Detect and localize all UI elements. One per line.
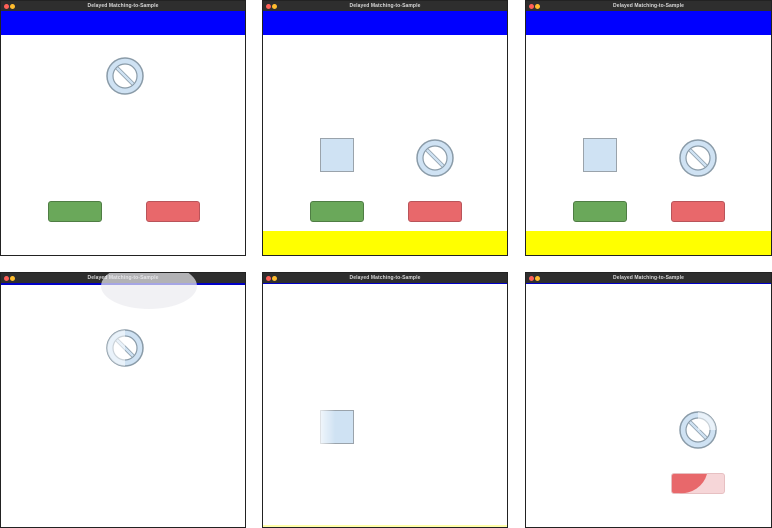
title-bar: Delayed Matching-to-Sample [526, 1, 771, 11]
title-bar: Delayed Matching-to-Sample [526, 273, 771, 283]
close-window-button[interactable] [529, 275, 534, 281]
red-button-fill [672, 474, 707, 494]
top-band [1, 11, 245, 35]
minimize-window-button[interactable] [272, 275, 277, 281]
minimize-window-button[interactable] [272, 3, 277, 9]
bottom-band [526, 231, 771, 255]
title-bar: Delayed Matching-to-Sample [1, 1, 245, 11]
red-response-button[interactable] [671, 473, 725, 494]
close-window-button[interactable] [266, 3, 271, 9]
green-response-button[interactable] [310, 201, 364, 222]
red-response-button[interactable] [671, 201, 725, 222]
minimize-window-button[interactable] [535, 275, 540, 281]
green-response-button[interactable] [573, 201, 627, 222]
bottom-band [263, 231, 507, 255]
top-band-fading [263, 283, 507, 284]
minimize-window-button[interactable] [10, 275, 15, 281]
close-window-button[interactable] [4, 275, 9, 281]
close-window-button[interactable] [529, 3, 534, 9]
window-panel-6: Delayed Matching-to-Sample [525, 272, 772, 528]
title-bar: Delayed Matching-to-Sample [263, 1, 507, 11]
window-title: Delayed Matching-to-Sample [613, 275, 684, 281]
red-response-button[interactable] [408, 201, 462, 222]
sample-no-entry-icon[interactable] [105, 328, 145, 368]
window-title: Delayed Matching-to-Sample [613, 3, 684, 9]
top-band [526, 11, 771, 35]
comparison-square-icon[interactable] [583, 138, 617, 172]
top-band-fading [526, 283, 771, 284]
minimize-window-button[interactable] [10, 3, 15, 9]
red-response-button[interactable] [146, 201, 200, 222]
close-window-button[interactable] [4, 3, 9, 9]
window-title: Delayed Matching-to-Sample [349, 275, 421, 281]
close-window-button[interactable] [266, 275, 271, 281]
comparison-no-entry-icon[interactable] [678, 410, 718, 450]
window-title: Delayed Matching-to-Sample [87, 3, 159, 9]
transition-wipe [101, 273, 197, 309]
window-panel-4: Delayed Matching-to-Sample [0, 272, 246, 528]
window-title: Delayed Matching-to-Sample [349, 3, 421, 9]
top-band [263, 11, 507, 35]
green-response-button[interactable] [48, 201, 102, 222]
comparison-no-entry-icon[interactable] [678, 138, 718, 178]
window-panel-5: Delayed Matching-to-Sample [262, 272, 508, 528]
window-panel-3: Delayed Matching-to-Sample [525, 0, 772, 256]
bottom-band-fading [263, 525, 507, 527]
fade-overlay [320, 410, 354, 444]
comparison-square-icon[interactable] [320, 138, 354, 172]
window-panel-2: Delayed Matching-to-Sample [262, 0, 508, 256]
sample-no-entry-icon[interactable] [105, 56, 145, 96]
window-panel-1: Delayed Matching-to-Sample [0, 0, 246, 256]
minimize-window-button[interactable] [535, 3, 540, 9]
title-bar: Delayed Matching-to-Sample [263, 273, 507, 283]
comparison-no-entry-icon[interactable] [415, 138, 455, 178]
